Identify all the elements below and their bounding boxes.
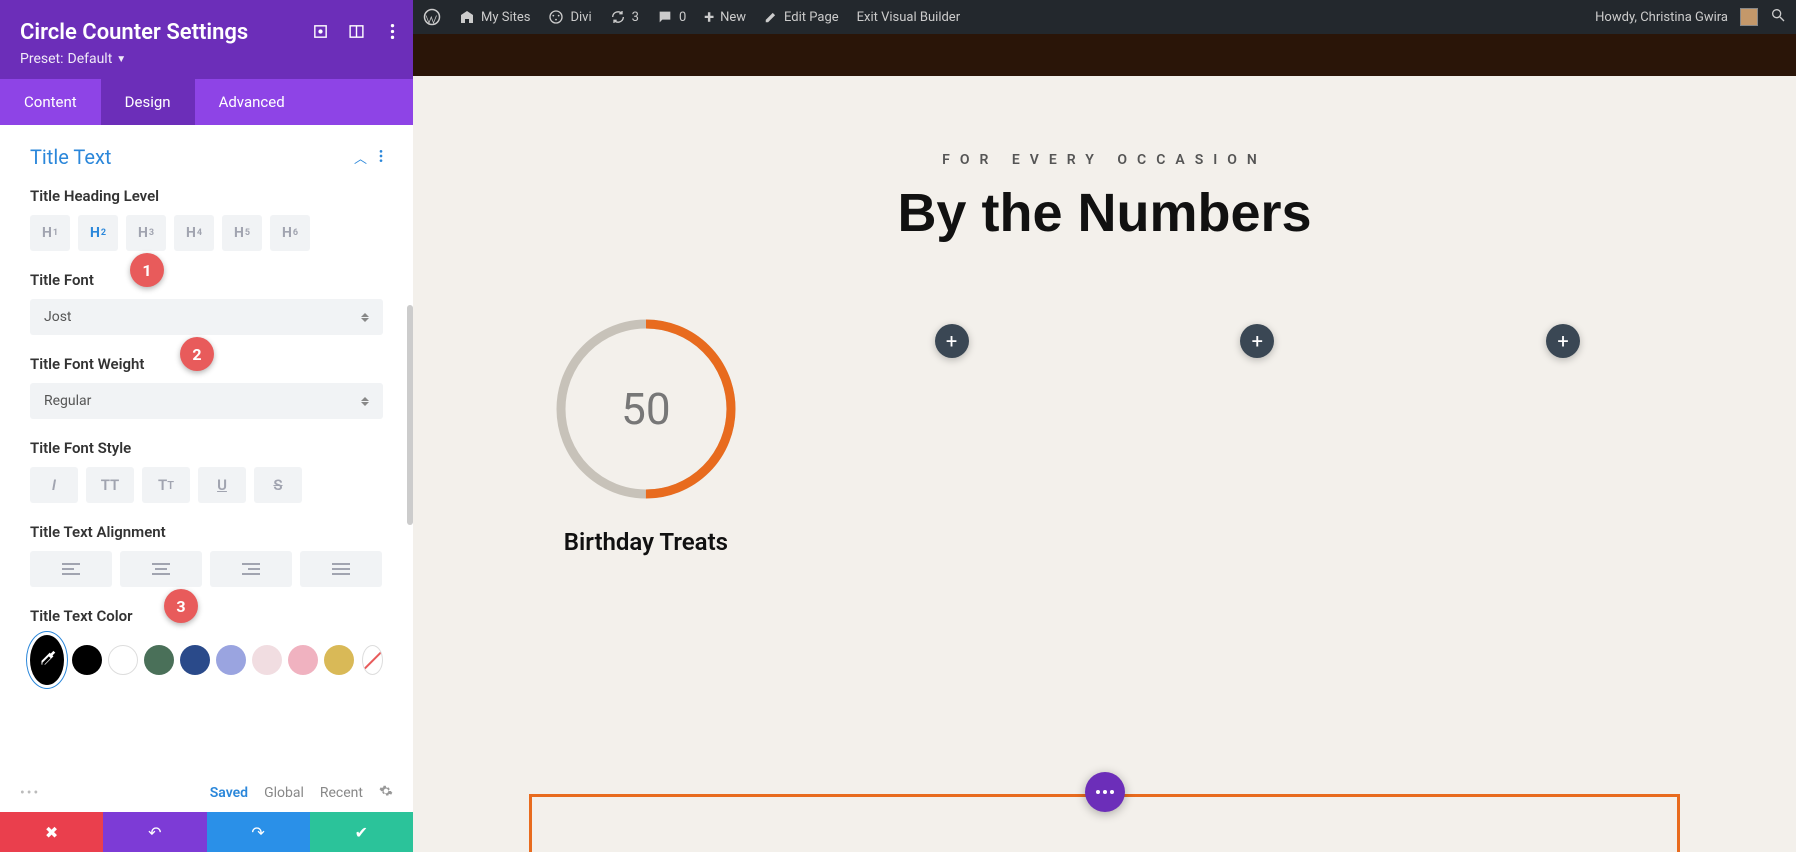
headline-text: By the Numbers	[413, 182, 1796, 244]
expand-icon[interactable]	[311, 22, 329, 40]
preview-canvas: FOR EVERY OCCASION By the Numbers 50 Bir…	[413, 76, 1796, 852]
site-name[interactable]: Divi	[548, 9, 591, 25]
title-weight-select[interactable]: Regular	[30, 383, 383, 419]
align-justify[interactable]	[300, 551, 382, 587]
edit-page[interactable]: Edit Page	[764, 10, 839, 25]
status-saved[interactable]: Saved	[210, 785, 248, 801]
new[interactable]: + New	[704, 7, 746, 28]
chevron-down-icon: ▼	[116, 54, 126, 65]
title-font-select[interactable]: Jost	[30, 299, 383, 335]
section-more-icon[interactable]	[379, 148, 383, 167]
field-title-align: Title Text Alignment	[30, 523, 383, 587]
exit-visual-builder[interactable]: Exit Visual Builder	[857, 10, 960, 25]
color-swatch[interactable]	[252, 645, 282, 675]
field-title-color: Title Text Color 3	[30, 607, 383, 685]
tab-design[interactable]: Design	[101, 79, 195, 125]
field-title-weight: Title Font Weight 2 Regular	[30, 355, 383, 419]
chevron-up-icon[interactable]: ︿	[354, 148, 367, 167]
field-heading-level: Title Heading Level H1 H2 H3 H4 H5 H6	[30, 187, 383, 251]
heading-h5[interactable]: H5	[222, 215, 262, 251]
comments[interactable]: 0	[657, 9, 686, 25]
annotation-2: 2	[180, 337, 214, 371]
updates[interactable]: 3	[610, 9, 639, 25]
avatar[interactable]	[1740, 8, 1758, 26]
circle-counter: 50	[551, 314, 741, 504]
add-module-button[interactable]: +	[1240, 324, 1274, 358]
search-icon[interactable]	[1770, 7, 1786, 27]
annotation-3: 3	[164, 589, 198, 623]
counters-row: 50 Birthday Treats + + +	[413, 314, 1796, 556]
my-sites[interactable]: My Sites	[459, 9, 530, 25]
kicker-text: FOR EVERY OCCASION	[413, 152, 1796, 168]
color-swatch[interactable]	[72, 645, 102, 675]
align-center[interactable]	[120, 551, 202, 587]
howdy-user[interactable]: Howdy, Christina Gwira	[1595, 10, 1728, 25]
color-swatch[interactable]	[180, 645, 210, 675]
select-caret-icon	[361, 313, 369, 322]
add-module-button[interactable]: +	[1546, 324, 1580, 358]
tab-content[interactable]: Content	[0, 79, 101, 125]
style-strike[interactable]: S	[254, 467, 302, 503]
style-italic[interactable]: I	[30, 467, 78, 503]
style-smallcaps[interactable]: TT	[142, 467, 190, 503]
undo-button[interactable]: ↶	[103, 812, 206, 852]
align-left[interactable]	[30, 551, 112, 587]
wp-admin-bar: My Sites Divi 3 0 + New Edit Page Exit V…	[413, 0, 1796, 34]
heading-h3[interactable]: H3	[126, 215, 166, 251]
tab-advanced[interactable]: Advanced	[195, 79, 309, 125]
hero-strip	[413, 34, 1796, 76]
heading-h2[interactable]: H2	[78, 215, 118, 251]
status-global[interactable]: Global	[264, 785, 304, 801]
status-recent[interactable]: Recent	[320, 785, 363, 801]
panel-actions: ✖ ↶ ↷ ✔	[0, 812, 413, 852]
heading-h1[interactable]: H1	[30, 215, 70, 251]
counter-value: 50	[551, 314, 741, 504]
preset-selector[interactable]: Preset: Default ▼	[20, 51, 393, 67]
panel-status-bar: ••• Saved Global Recent	[0, 774, 413, 812]
field-title-font: Title Font 1 Jost	[30, 271, 383, 335]
section-menu-button[interactable]	[1085, 772, 1125, 812]
color-swatch[interactable]	[324, 645, 354, 675]
gear-icon[interactable]	[379, 784, 393, 802]
more-icon[interactable]	[383, 22, 401, 40]
panel-header: Circle Counter Settings Preset: Default …	[0, 0, 413, 79]
color-eyedropper[interactable]	[30, 635, 64, 685]
wp-logo[interactable]	[423, 8, 441, 26]
color-swatch[interactable]	[144, 645, 174, 675]
field-title-style: Title Font Style I TT TT U S	[30, 439, 383, 503]
select-caret-icon	[361, 397, 369, 406]
redo-button[interactable]: ↷	[207, 812, 310, 852]
color-swatch[interactable]	[288, 645, 318, 675]
style-uppercase[interactable]: TT	[86, 467, 134, 503]
heading-h6[interactable]: H6	[270, 215, 310, 251]
section-title[interactable]: Title Text	[30, 145, 111, 169]
color-swatch[interactable]	[108, 645, 138, 675]
add-module-button[interactable]: +	[935, 324, 969, 358]
columns-icon[interactable]	[347, 22, 365, 40]
panel-scroll: Title Text ︿ Title Heading Level H1 H2 H…	[0, 125, 413, 774]
style-underline[interactable]: U	[198, 467, 246, 503]
annotation-1: 1	[130, 253, 164, 287]
align-right[interactable]	[210, 551, 292, 587]
swatch-none[interactable]	[362, 645, 383, 675]
counter-module[interactable]: 50 Birthday Treats	[511, 314, 780, 556]
color-swatch[interactable]	[216, 645, 246, 675]
settings-panel: Circle Counter Settings Preset: Default …	[0, 0, 413, 852]
panel-tabs: Content Design Advanced	[0, 79, 413, 125]
status-dots-icon[interactable]: •••	[20, 785, 40, 801]
counter-label: Birthday Treats	[564, 528, 728, 556]
dots-icon	[1096, 790, 1114, 794]
close-button[interactable]: ✖	[0, 812, 103, 852]
heading-h4[interactable]: H4	[174, 215, 214, 251]
save-button[interactable]: ✔	[310, 812, 413, 852]
